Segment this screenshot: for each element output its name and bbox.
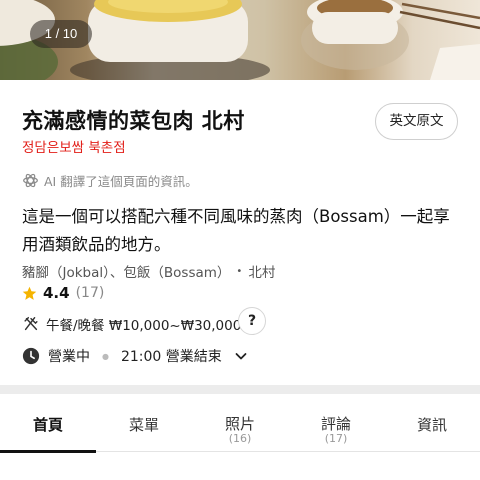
- restaurant-categories: 豬腳（Jokbal）、包飯（Bossam）: [22, 265, 231, 281]
- photo-counter: 1 / 10: [30, 20, 92, 48]
- tab-menu[interactable]: 菜單: [96, 394, 192, 452]
- tab-home[interactable]: 首頁: [0, 394, 96, 453]
- tab-label: 照片: [224, 415, 255, 433]
- tab-label: 菜單: [128, 416, 159, 434]
- tab-photos[interactable]: 照片 (16): [192, 394, 288, 452]
- tab-label: 首頁: [32, 416, 63, 434]
- meta-separator: •: [236, 265, 243, 277]
- original-language-button[interactable]: 英文原文: [375, 103, 458, 140]
- chevron-down-icon: [235, 353, 247, 360]
- price-range: 午餐/晚餐 ₩10,000~₩30,000: [22, 314, 241, 334]
- rating-score: 4.4: [43, 284, 70, 302]
- open-status: 營業中: [48, 349, 90, 365]
- tab-count: (17): [324, 432, 348, 445]
- hours-separator: ●: [102, 351, 109, 361]
- opening-hours[interactable]: 營業中 ● 21:00 營業結束: [22, 346, 248, 366]
- restaurant-area: 北村: [248, 265, 276, 281]
- tab-label: 評論: [320, 415, 351, 433]
- hero-photo[interactable]: 1 / 10: [0, 0, 480, 80]
- tab-reviews[interactable]: 評論 (17): [288, 394, 384, 452]
- ai-sparkle-icon: [23, 173, 38, 187]
- ai-note-text: AI 翻譯了這個頁面的資訊。: [44, 173, 198, 189]
- rating-summary[interactable]: 4.4 (17): [22, 284, 104, 302]
- rating-count: (17): [75, 285, 105, 301]
- tab-count: (16): [228, 432, 252, 445]
- clock-icon: [22, 347, 40, 365]
- price-help-button[interactable]: ?: [238, 307, 266, 335]
- ai-translation-note: AI 翻譯了這個頁面的資訊。: [22, 171, 198, 189]
- restaurant-meta: 豬腳（Jokbal）、包飯（Bossam） • 北村: [22, 261, 275, 281]
- section-divider: [0, 385, 480, 394]
- price-text: 午餐/晚餐 ₩10,000~₩30,000: [46, 318, 242, 334]
- star-icon: [22, 286, 37, 300]
- cutlery-icon: [24, 316, 38, 331]
- tab-label: 資訊: [416, 416, 447, 434]
- restaurant-description: 這是一個可以搭配六種不同風味的蒸肉（Bossam）一起享用酒類飲品的地方。: [22, 207, 450, 254]
- detail-tabs: 首頁 菜單 照片 (16) 評論 (17) 資訊: [0, 394, 480, 453]
- restaurant-info-card: 充滿感情的菜包肉 北村 정담은보쌈 북촌점 英文原文 AI 翻譯了這個頁面的資訊…: [0, 80, 480, 385]
- tab-info[interactable]: 資訊: [384, 394, 480, 452]
- closing-time: 21:00 營業結束: [120, 349, 222, 365]
- restaurant-name: 充滿感情的菜包肉 北村: [22, 109, 245, 133]
- restaurant-original-name: 정담은보쌈 북촌점: [22, 140, 126, 156]
